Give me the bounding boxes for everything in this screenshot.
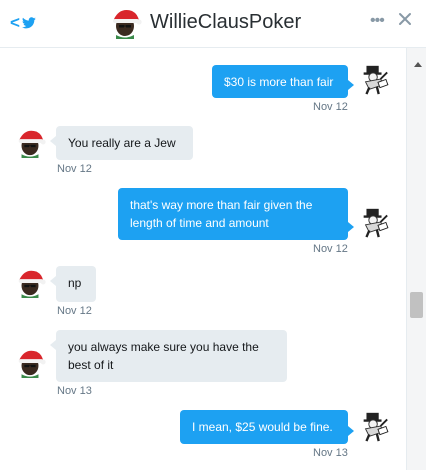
chevron-left-icon: < [10, 13, 20, 32]
scrollbar[interactable] [406, 48, 426, 470]
close-icon[interactable] [398, 12, 412, 26]
message-timestamp: Nov 12 [313, 101, 348, 113]
bird-icon [21, 17, 36, 29]
scroll-up-arrow-icon[interactable] [414, 62, 422, 67]
message-timestamp: Nov 13 [57, 385, 92, 397]
conversation-header: < WillieClausPoker ••• [0, 0, 426, 48]
message-bubble-incoming[interactable]: You really are a Jew [50, 126, 193, 160]
sender-avatar [358, 410, 390, 442]
recipient-avatar [14, 346, 46, 378]
recipient-avatar [14, 126, 46, 158]
more-options-icon[interactable]: ••• [370, 12, 385, 30]
message-bubble-outgoing[interactable]: $30 is more than fair [212, 65, 354, 98]
scrollbar-thumb[interactable] [410, 292, 423, 318]
recipient-avatar [14, 266, 46, 298]
message-bubble-incoming[interactable]: you always make sure you have the best o… [50, 330, 287, 382]
message-timestamp: Nov 12 [57, 305, 92, 317]
back-button[interactable]: < [10, 13, 36, 33]
conversation-title[interactable]: WillieClausPoker [150, 11, 301, 34]
header-avatar[interactable] [108, 5, 142, 39]
message-bubble-outgoing[interactable]: I mean, $25 would be fine. [180, 410, 354, 444]
message-timestamp: Nov 12 [57, 163, 92, 175]
sender-avatar [358, 63, 390, 95]
message-thread: $30 is more than fair Nov 12 You really … [0, 48, 406, 470]
message-timestamp: Nov 13 [313, 447, 348, 459]
message-timestamp: Nov 12 [313, 243, 348, 255]
sender-avatar [358, 206, 390, 238]
message-bubble-incoming[interactable]: np [50, 266, 96, 302]
message-bubble-outgoing[interactable]: that's way more than fair given the leng… [118, 188, 354, 240]
